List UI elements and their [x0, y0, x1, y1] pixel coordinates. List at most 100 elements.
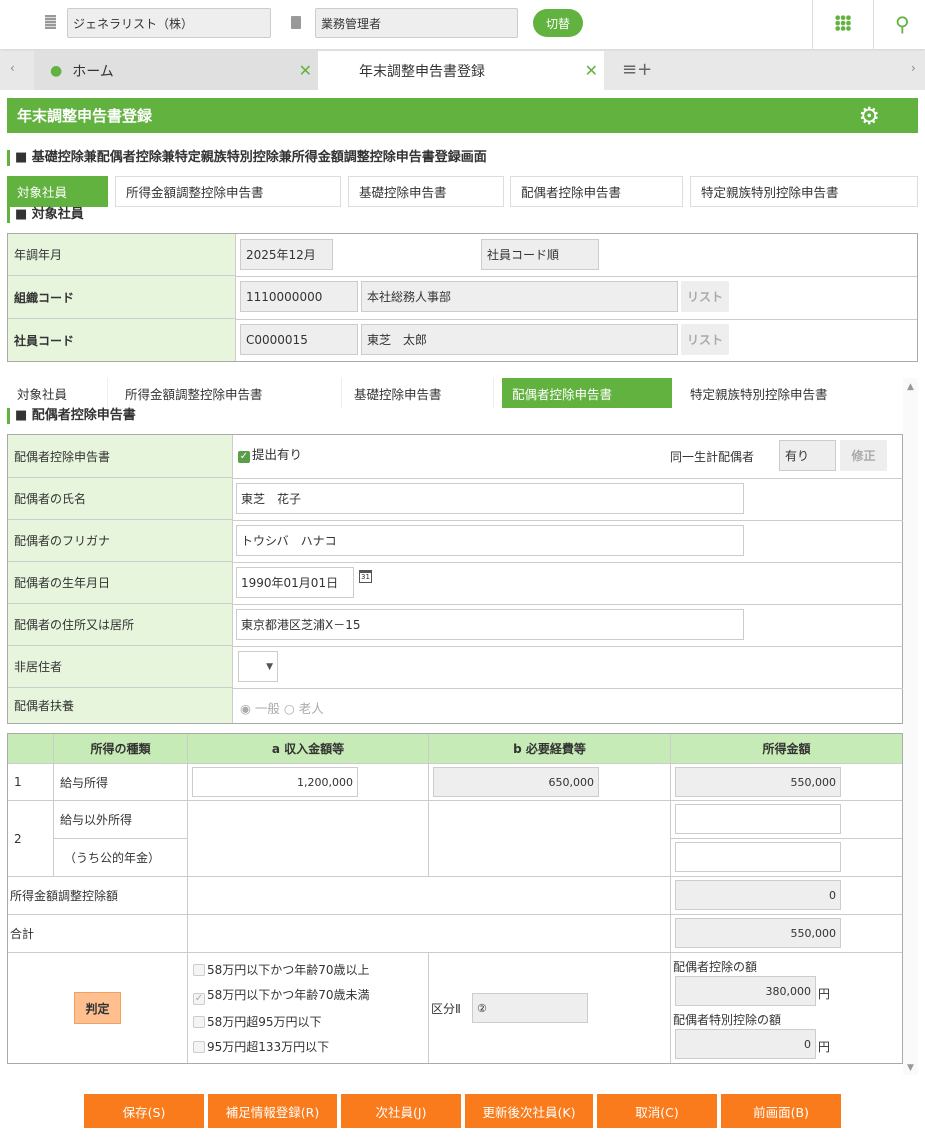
birth-label: 配偶者の生年月日: [8, 562, 233, 604]
divider: [812, 0, 813, 50]
subtab-relative[interactable]: 特定親族特別控除申告書: [690, 176, 918, 207]
subtab-spouse[interactable]: 配偶者控除申告書: [510, 176, 683, 207]
option-checkbox[interactable]: 95万円超133万円以下: [193, 1038, 329, 1055]
header-type: 所得の種類: [54, 734, 188, 764]
checkbox-icon: [193, 1041, 205, 1053]
row1-income-field: 550,000: [675, 767, 841, 797]
row2-income-input[interactable]: [675, 804, 841, 834]
subtab-income-adjust[interactable]: 所得金額調整控除申告書: [115, 378, 342, 408]
year-field[interactable]: 2025年12月: [240, 239, 333, 270]
row2-pension-input[interactable]: [675, 842, 841, 872]
spouse-table: 配偶者控除申告書 配偶者の氏名 配偶者のフリガナ 配偶者の生年月日 配偶者の住所…: [7, 434, 903, 724]
option-checkbox[interactable]: ✓ 58万円以下かつ年齢70歳未満: [193, 986, 370, 1005]
subtab-spouse[interactable]: 配偶者控除申告書: [502, 378, 672, 408]
total-field: 550,000: [675, 918, 841, 948]
subtab-relative[interactable]: 特定親族特別控除申告書: [680, 378, 900, 408]
tab-year-end[interactable]: 年末調整申告書登録 ✕: [318, 51, 604, 90]
adj-label: 所得金額調整控除額: [8, 877, 188, 915]
update-next-button[interactable]: 更新後次社員(K): [465, 1094, 593, 1128]
row2-no: 2: [8, 801, 54, 877]
special-deduction-field: 0: [675, 1029, 816, 1059]
gear-icon[interactable]: ⚙: [858, 102, 880, 130]
subtab-employee[interactable]: 対象社員: [7, 378, 108, 408]
tab-label: 年末調整申告書登録: [359, 63, 485, 80]
option-checkbox[interactable]: 58万円超95万円以下: [193, 1013, 322, 1030]
subtab-basic[interactable]: 基礎控除申告書: [348, 176, 504, 207]
kubun-field: ②: [472, 993, 588, 1023]
supplement-button[interactable]: 補足情報登録(R): [208, 1094, 337, 1128]
nonresident-select[interactable]: ▼: [238, 651, 278, 682]
emp-list-button[interactable]: リスト: [681, 324, 729, 355]
deduction-label: 配偶者控除の額: [673, 960, 758, 974]
header-a: a 収入金額等: [188, 734, 429, 764]
calendar-icon[interactable]: 31: [359, 570, 372, 583]
total-label: 合計: [8, 915, 188, 953]
clipboard-icon: [291, 16, 301, 29]
scroll-up-icon[interactable]: ▲: [903, 382, 918, 392]
spouse-birth-input[interactable]: 1990年01月01日: [236, 567, 354, 598]
radio-general[interactable]: ◉ 一般: [240, 701, 280, 716]
apps-grid-icon[interactable]: [835, 15, 851, 31]
role-field[interactable]: 業務管理者: [315, 8, 518, 38]
add-tab-icon[interactable]: ≡+: [622, 59, 652, 80]
yen-unit: 円: [818, 1040, 831, 1054]
header-b: b 必要経費等: [429, 734, 671, 764]
header-income: 所得金額: [671, 734, 902, 764]
check-icon: ✓: [238, 451, 250, 463]
tab-bar: ‹ ● ホーム ✕ 年末調整申告書登録 ✕ ≡+ ›: [0, 51, 925, 90]
org-list-button[interactable]: リスト: [681, 281, 729, 312]
scrollbar[interactable]: ▲ ▼: [903, 378, 918, 1075]
sort-field[interactable]: 社員コード順: [481, 239, 599, 270]
close-icon[interactable]: ✕: [299, 61, 312, 80]
kana-label: 配偶者のフリガナ: [8, 520, 233, 562]
save-button[interactable]: 保存(S): [84, 1094, 204, 1128]
search-icon[interactable]: ⚲: [895, 12, 915, 36]
deduction-field: 380,000: [675, 976, 816, 1006]
divider: [873, 0, 874, 50]
subtab-income-adjust[interactable]: 所得金額調整控除申告書: [115, 176, 341, 207]
scroll-left-icon[interactable]: ‹: [10, 61, 15, 75]
chevron-down-icon: ▼: [266, 661, 273, 672]
subtab-basic[interactable]: 基礎控除申告書: [344, 378, 494, 408]
close-icon[interactable]: ✕: [585, 61, 598, 80]
pin-icon: ●: [50, 62, 63, 79]
spouse-kana-input[interactable]: トウシバ ハナコ: [236, 525, 744, 556]
radio-elder[interactable]: ○ 老人: [284, 701, 324, 716]
top-header: ジェネラリスト（株） 業務管理者 切替 ⚲: [0, 0, 925, 50]
submitted-checkbox[interactable]: ✓ 提出有り: [238, 444, 302, 463]
org-code-field[interactable]: 1110000000: [240, 281, 358, 312]
cancel-button[interactable]: 取消(C): [597, 1094, 717, 1128]
row1-a-input[interactable]: 1,200,000: [192, 767, 358, 797]
scroll-right-icon[interactable]: ›: [911, 61, 916, 75]
kubun-label: 区分Ⅱ: [431, 1001, 461, 1016]
emp-label: 社員コード: [8, 319, 236, 361]
option-label: 58万円以下かつ年齢70歳以上: [207, 963, 370, 977]
tab-home[interactable]: ● ホーム ✕: [34, 51, 318, 90]
spouse-address-input[interactable]: 東京都港区芝浦X－15: [236, 609, 744, 640]
emp-name-field: 東芝 太郎: [361, 324, 678, 355]
switch-button[interactable]: 切替: [533, 9, 583, 37]
subtab-employee[interactable]: 対象社員: [7, 176, 108, 207]
back-button[interactable]: 前画面(B): [721, 1094, 841, 1128]
addr-label: 配偶者の住所又は居所: [8, 604, 233, 646]
same-household-field: 有り: [779, 440, 836, 471]
row1-no: 1: [8, 764, 54, 801]
yen-unit: 円: [818, 987, 831, 1001]
row2-sub: （うち公的年金）: [54, 839, 188, 877]
page-title-bar: 年末調整申告書登録 ⚙: [7, 98, 918, 133]
next-employee-button[interactable]: 次社員(J): [341, 1094, 461, 1128]
form-label: 配偶者控除申告書: [8, 435, 233, 478]
judge-button[interactable]: 判定: [74, 992, 121, 1024]
spouse-heading: ■ 配偶者控除申告書: [7, 408, 136, 424]
option-checkbox[interactable]: 58万円以下かつ年齢70歳以上: [193, 961, 370, 978]
spouse-name-input[interactable]: 東芝 花子: [236, 483, 744, 514]
scroll-down-icon[interactable]: ▼: [903, 1063, 918, 1073]
org-name-field: 本社総務人事部: [361, 281, 678, 312]
submitted-label: 提出有り: [252, 447, 303, 462]
company-field[interactable]: ジェネラリスト（株）: [67, 8, 271, 38]
emp-code-field[interactable]: C0000015: [240, 324, 358, 355]
dep-label: 配偶者扶養: [8, 688, 233, 723]
edit-button[interactable]: 修正: [840, 440, 887, 471]
dependent-radio-group: ◉ 一般 ○ 老人: [240, 698, 324, 717]
name-label: 配偶者の氏名: [8, 478, 233, 520]
